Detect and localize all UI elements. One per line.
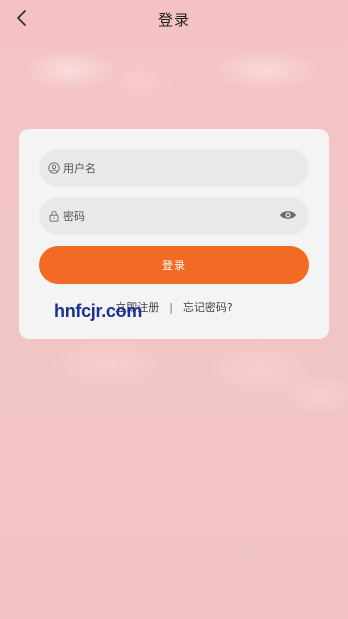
chevron-left-icon (17, 10, 26, 26)
back-button[interactable] (10, 6, 32, 30)
link-separator: | (169, 300, 173, 314)
username-input[interactable] (63, 161, 263, 175)
site-watermark: hnfcjr.com (54, 301, 143, 321)
eye-icon[interactable] (279, 208, 297, 222)
lock-icon (48, 210, 60, 222)
page-title: 登录 (157, 10, 190, 29)
top-bar: 登录 (0, 0, 348, 38)
password-input[interactable] (63, 209, 263, 223)
password-field[interactable] (39, 197, 309, 235)
username-field[interactable] (39, 149, 309, 187)
forgot-password-link[interactable]: 忘记密码? (183, 299, 233, 315)
user-icon (48, 162, 60, 174)
login-button[interactable]: 登录 (39, 246, 309, 284)
